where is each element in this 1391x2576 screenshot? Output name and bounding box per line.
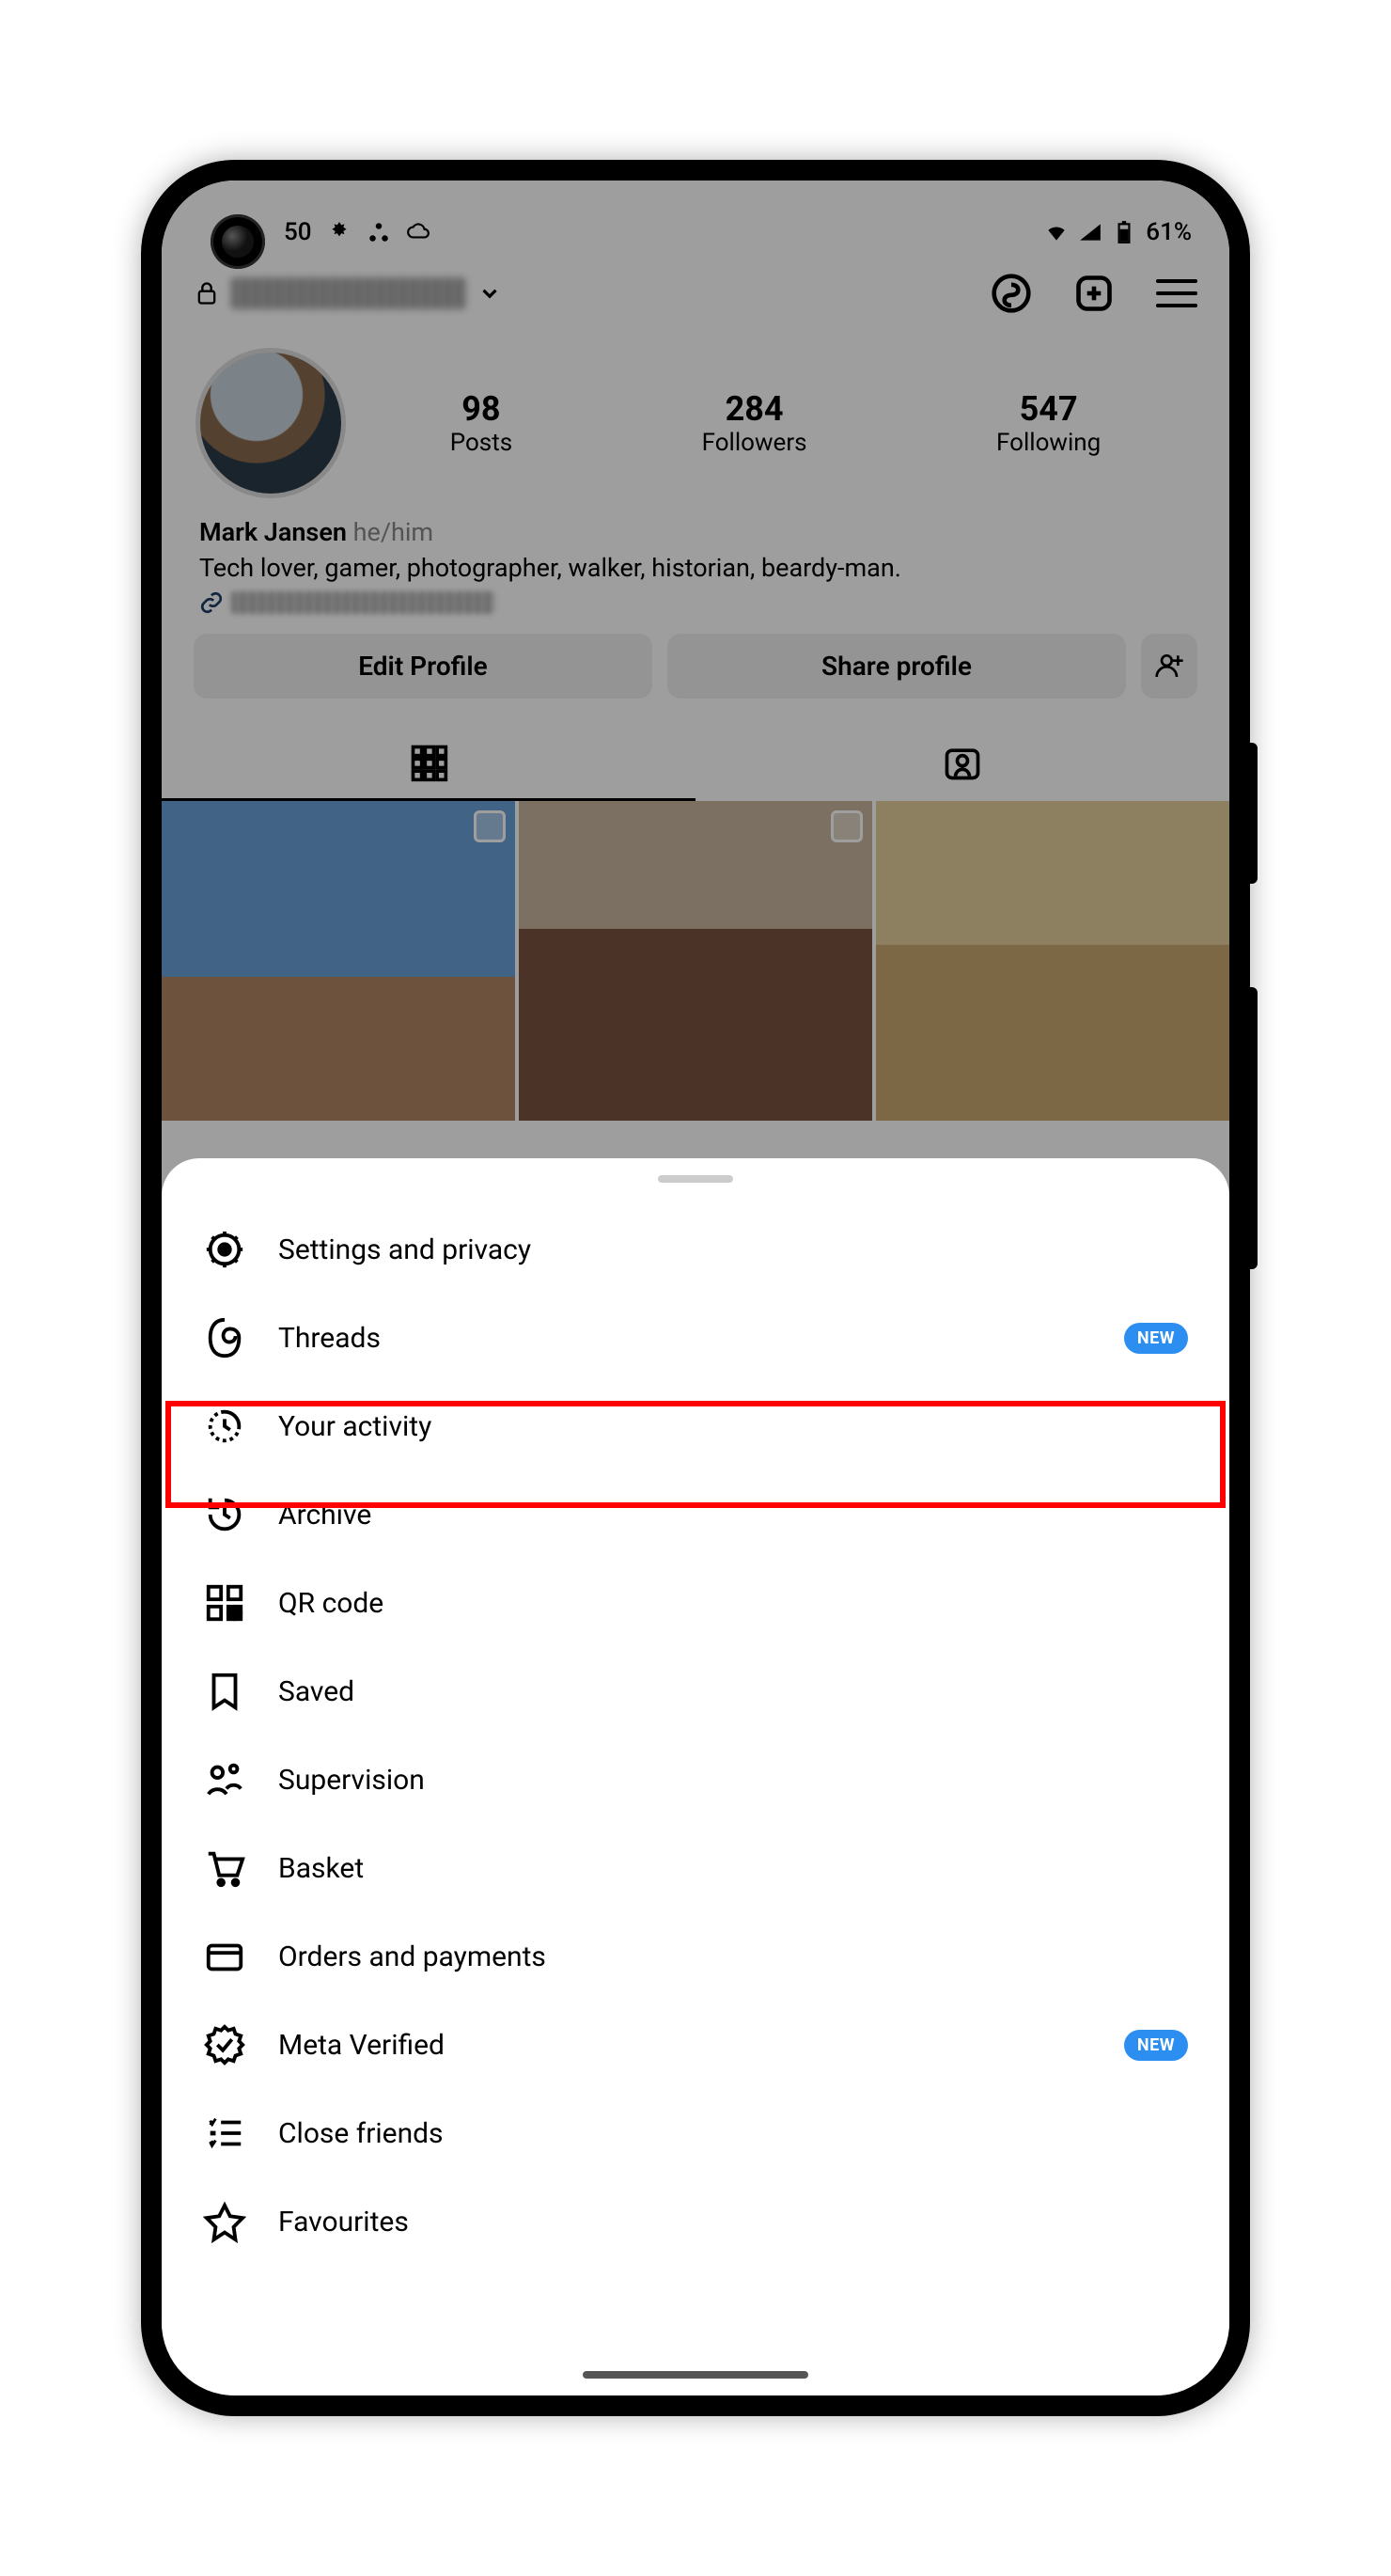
menu-supervision[interactable]: Supervision [162,1736,1229,1824]
display-name: Mark Jansen [199,517,347,547]
tab-strip [162,727,1229,801]
post-thumbnail[interactable] [876,801,1229,1121]
app-header [162,256,1229,325]
edit-profile-button[interactable]: Edit Profile [194,634,652,699]
close-friends-icon [203,2112,246,2155]
threads-icon[interactable] [991,273,1032,314]
cart-icon [203,1846,246,1890]
highlight-annotation [165,1401,1226,1508]
post-thumbnail[interactable] [162,801,515,1121]
menu-label: Settings and privacy [278,1233,531,1266]
status-time: 50 [284,218,312,246]
menu-favourites[interactable]: Favourites [162,2177,1229,2266]
add-person-icon [1154,651,1184,681]
add-friend-button[interactable] [1141,634,1197,699]
stat-followers[interactable]: 284 Followers [702,389,807,457]
menu-label: Favourites [278,2206,409,2238]
stat-following[interactable]: 547 Following [996,389,1101,457]
threads-icon [203,1316,246,1359]
pronouns: he/him [353,517,433,547]
carousel-icon [474,810,506,842]
post-thumbnail[interactable] [519,801,872,1121]
card-icon [203,1935,246,1978]
signal-icon [1078,220,1102,244]
menu-orders-payments[interactable]: Orders and payments [162,1912,1229,2001]
new-post-icon[interactable] [1073,273,1115,314]
menu-basket[interactable]: Basket [162,1824,1229,1912]
menu-label: Orders and payments [278,1940,546,1973]
bio: Mark Jansen he/him Tech lover, gamer, ph… [162,508,1229,634]
menu-label: Close friends [278,2117,444,2150]
carousel-icon [831,810,863,842]
gear-icon [203,1228,246,1271]
chevron-down-icon [477,281,502,306]
menu-label: Basket [278,1852,364,1885]
stat-posts[interactable]: 98 Posts [450,389,512,457]
menu-close-friends[interactable]: Close friends [162,2089,1229,2177]
grid-icon [408,742,449,783]
bio-link[interactable] [199,590,1192,615]
username-blurred [231,277,466,309]
phone-frame: 50 61% [141,160,1250,2416]
star-icon [203,2200,246,2243]
bookmark-icon [203,1670,246,1713]
menu-saved[interactable]: Saved [162,1647,1229,1736]
screen: 50 61% [162,181,1229,2395]
cloud-icon [406,220,430,244]
wifi-icon [1044,220,1069,244]
verified-icon [203,2023,246,2066]
tab-tagged[interactable] [696,727,1229,801]
username-dropdown[interactable] [194,277,502,309]
avatar[interactable] [195,348,346,498]
power-button [1246,743,1258,884]
tagged-icon [942,742,983,783]
link-icon [199,590,224,615]
tab-grid[interactable] [162,727,696,801]
qr-icon [203,1581,246,1625]
menu-label: Supervision [278,1764,425,1797]
menu-label: Saved [278,1675,354,1708]
menu-meta-verified[interactable]: Meta Verified NEW [162,2001,1229,2089]
share-icon [367,220,391,244]
menu-label: Threads [278,1322,381,1355]
menu-label: QR code [278,1587,383,1620]
new-badge: NEW [1124,2030,1188,2061]
share-profile-button[interactable]: Share profile [667,634,1126,699]
notification-icon [327,220,352,244]
bio-text: Tech lover, gamer, photographer, walker,… [199,551,1192,587]
menu-label: Meta Verified [278,2029,445,2062]
hamburger-menu-icon[interactable] [1156,273,1197,314]
nav-bar-indicator[interactable] [583,2371,808,2379]
volume-button [1246,987,1258,1269]
status-bar: 50 61% [162,199,1229,256]
battery-icon [1112,220,1136,244]
lock-icon [194,280,220,306]
bottom-sheet: Settings and privacy Threads NEW Your ac… [162,1158,1229,2395]
menu-threads[interactable]: Threads NEW [162,1294,1229,1382]
menu-settings-privacy[interactable]: Settings and privacy [162,1205,1229,1294]
new-badge: NEW [1124,1323,1188,1354]
camera-punch-hole [211,214,265,269]
menu-qr-code[interactable]: QR code [162,1559,1229,1647]
posts-row [162,801,1229,1121]
supervision-icon [203,1758,246,1801]
sheet-handle[interactable] [658,1175,733,1183]
battery-pct: 61% [1146,218,1192,246]
